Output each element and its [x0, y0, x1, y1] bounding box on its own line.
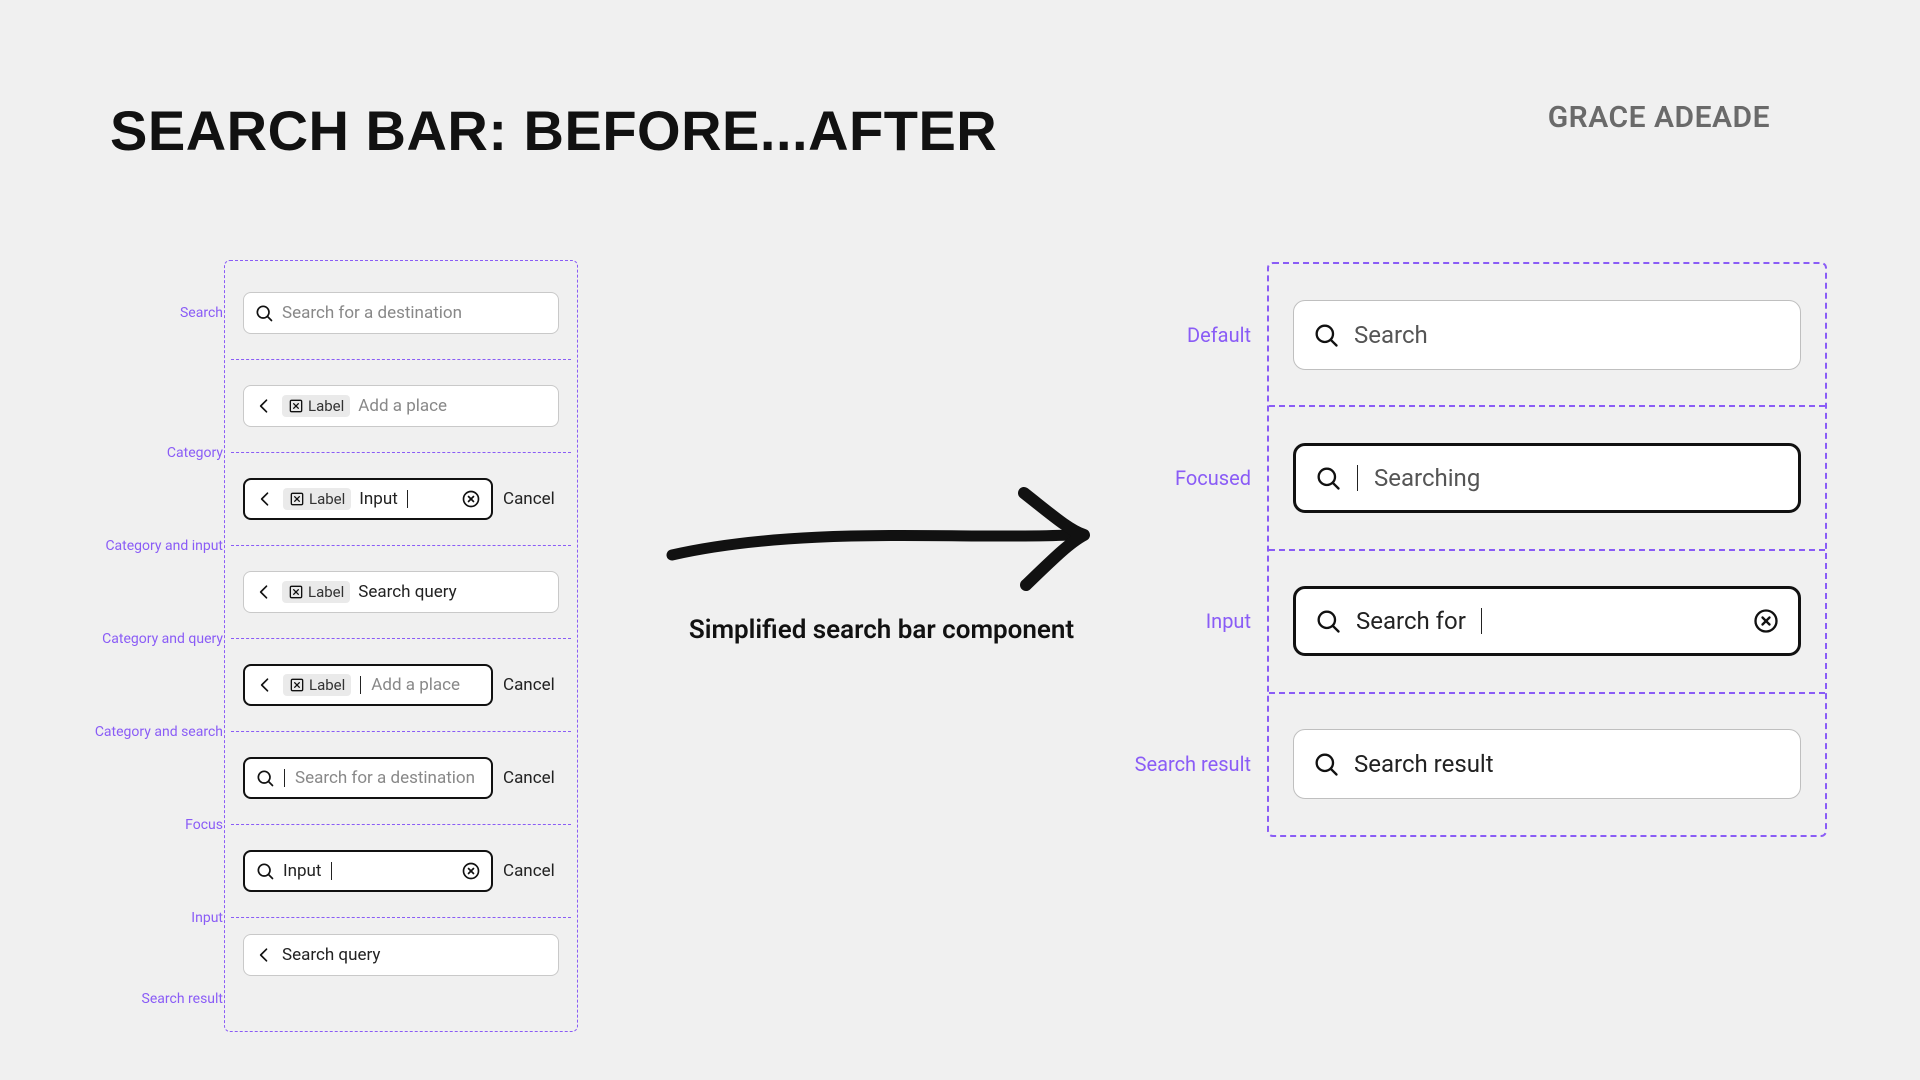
category-chip[interactable]: Label [283, 488, 351, 510]
back-icon[interactable] [254, 396, 274, 416]
variant-label: Default [1187, 323, 1251, 347]
author-name: GRACE ADEADE [1548, 100, 1770, 135]
back-icon[interactable] [255, 675, 275, 695]
search-icon [1312, 750, 1340, 778]
category-chip[interactable]: Label [282, 581, 350, 603]
search-input[interactable]: Search result [1293, 729, 1801, 799]
variant-label: Input [1206, 609, 1251, 633]
variant-search-result: Search result Search result [1269, 694, 1825, 835]
variant-label: Input [191, 910, 223, 926]
variant-category: Category Label Add a place [231, 360, 571, 453]
transition-arrow: Simplified search bar component [664, 485, 1099, 665]
search-input[interactable]: Input [243, 850, 493, 892]
text-caret [331, 862, 332, 880]
variant-label: Category and search [95, 724, 223, 740]
search-input[interactable]: Search for a destination [243, 757, 493, 799]
input-value: Search query [282, 945, 380, 965]
text-caret [1357, 465, 1358, 491]
text-caret [1481, 608, 1482, 634]
search-input[interactable]: Search for [1293, 586, 1801, 656]
close-square-icon[interactable] [289, 677, 305, 693]
chip-label: Label [308, 397, 344, 415]
search-input[interactable]: Search for a destination [243, 292, 559, 334]
text-caret [360, 676, 361, 694]
variant-label: Search result [142, 991, 223, 1007]
clear-icon[interactable] [1752, 607, 1780, 635]
back-icon[interactable] [254, 582, 274, 602]
variant-category-and-query: Category and query Label Search query [231, 546, 571, 639]
close-square-icon[interactable] [289, 491, 305, 507]
clear-icon[interactable] [461, 861, 481, 881]
variant-label: Category and query [102, 631, 223, 647]
placeholder-text: Search for a destination [295, 768, 475, 788]
search-input[interactable]: Label Input [243, 478, 493, 520]
variant-label: Category and input [105, 538, 223, 554]
cancel-button[interactable]: Cancel [503, 861, 555, 881]
variant-label: Focused [1175, 466, 1251, 490]
variant-input: Input Input Cancel [231, 825, 571, 918]
before-panel: Search Search for a destination Category… [224, 260, 578, 1032]
category-chip[interactable]: Label [282, 395, 350, 417]
search-icon [255, 768, 275, 788]
input-value: Input [359, 489, 398, 509]
variant-category-and-input: Category and input Label Input Cancel [231, 453, 571, 546]
input-value: Search for [1356, 607, 1466, 635]
variant-search: Search Search for a destination [231, 267, 571, 360]
variant-category-and-search: Category and search Label Add a place Ca… [231, 639, 571, 732]
variant-label: Category [167, 445, 223, 461]
placeholder-text: Add a place [358, 396, 447, 416]
placeholder-text: Searching [1374, 464, 1480, 492]
text-caret [284, 769, 285, 787]
category-chip[interactable]: Label [283, 674, 351, 696]
cancel-button[interactable]: Cancel [503, 768, 555, 788]
search-icon [1314, 607, 1342, 635]
input-value: Input [283, 861, 322, 881]
caption-text: Simplified search bar component [689, 615, 1074, 645]
search-icon [255, 861, 275, 881]
chip-label: Label [309, 490, 345, 508]
search-input[interactable]: Label Add a place [243, 385, 559, 427]
search-icon [1312, 321, 1340, 349]
variant-search-result: Search result Search query [231, 918, 571, 1031]
variant-default: Default Search [1269, 264, 1825, 407]
close-square-icon[interactable] [288, 584, 304, 600]
variant-focused: Focused Searching [1269, 407, 1825, 550]
close-square-icon[interactable] [288, 398, 304, 414]
cancel-button[interactable]: Cancel [503, 675, 555, 695]
back-icon[interactable] [255, 489, 275, 509]
input-value: Search result [1354, 750, 1494, 778]
chip-label: Label [308, 583, 344, 601]
search-input[interactable]: Search query [243, 934, 559, 976]
variant-label: Focus [185, 817, 223, 833]
page-title: SEARCH BAR: BEFORE...AFTER [110, 98, 997, 163]
variant-focus: Focus Search for a destination Cancel [231, 732, 571, 825]
chip-label: Label [309, 676, 345, 694]
clear-icon[interactable] [461, 489, 481, 509]
variant-label: Search result [1135, 752, 1251, 776]
search-input[interactable]: Label Add a place [243, 664, 493, 706]
placeholder-text: Add a place [371, 675, 460, 695]
text-caret [407, 490, 408, 508]
placeholder-text: Search [1354, 321, 1428, 349]
input-value: Search query [358, 582, 456, 602]
search-icon [254, 303, 274, 323]
search-input[interactable]: Searching [1293, 443, 1801, 513]
search-input[interactable]: Label Search query [243, 571, 559, 613]
placeholder-text: Search for a destination [282, 303, 462, 323]
variant-label: Search [180, 305, 223, 321]
search-input[interactable]: Search [1293, 300, 1801, 370]
after-panel: Default Search Focused Searching Input S… [1267, 262, 1827, 837]
search-icon [1314, 464, 1342, 492]
variant-input: Input Search for [1269, 551, 1825, 694]
back-icon[interactable] [254, 945, 274, 965]
cancel-button[interactable]: Cancel [503, 489, 555, 509]
